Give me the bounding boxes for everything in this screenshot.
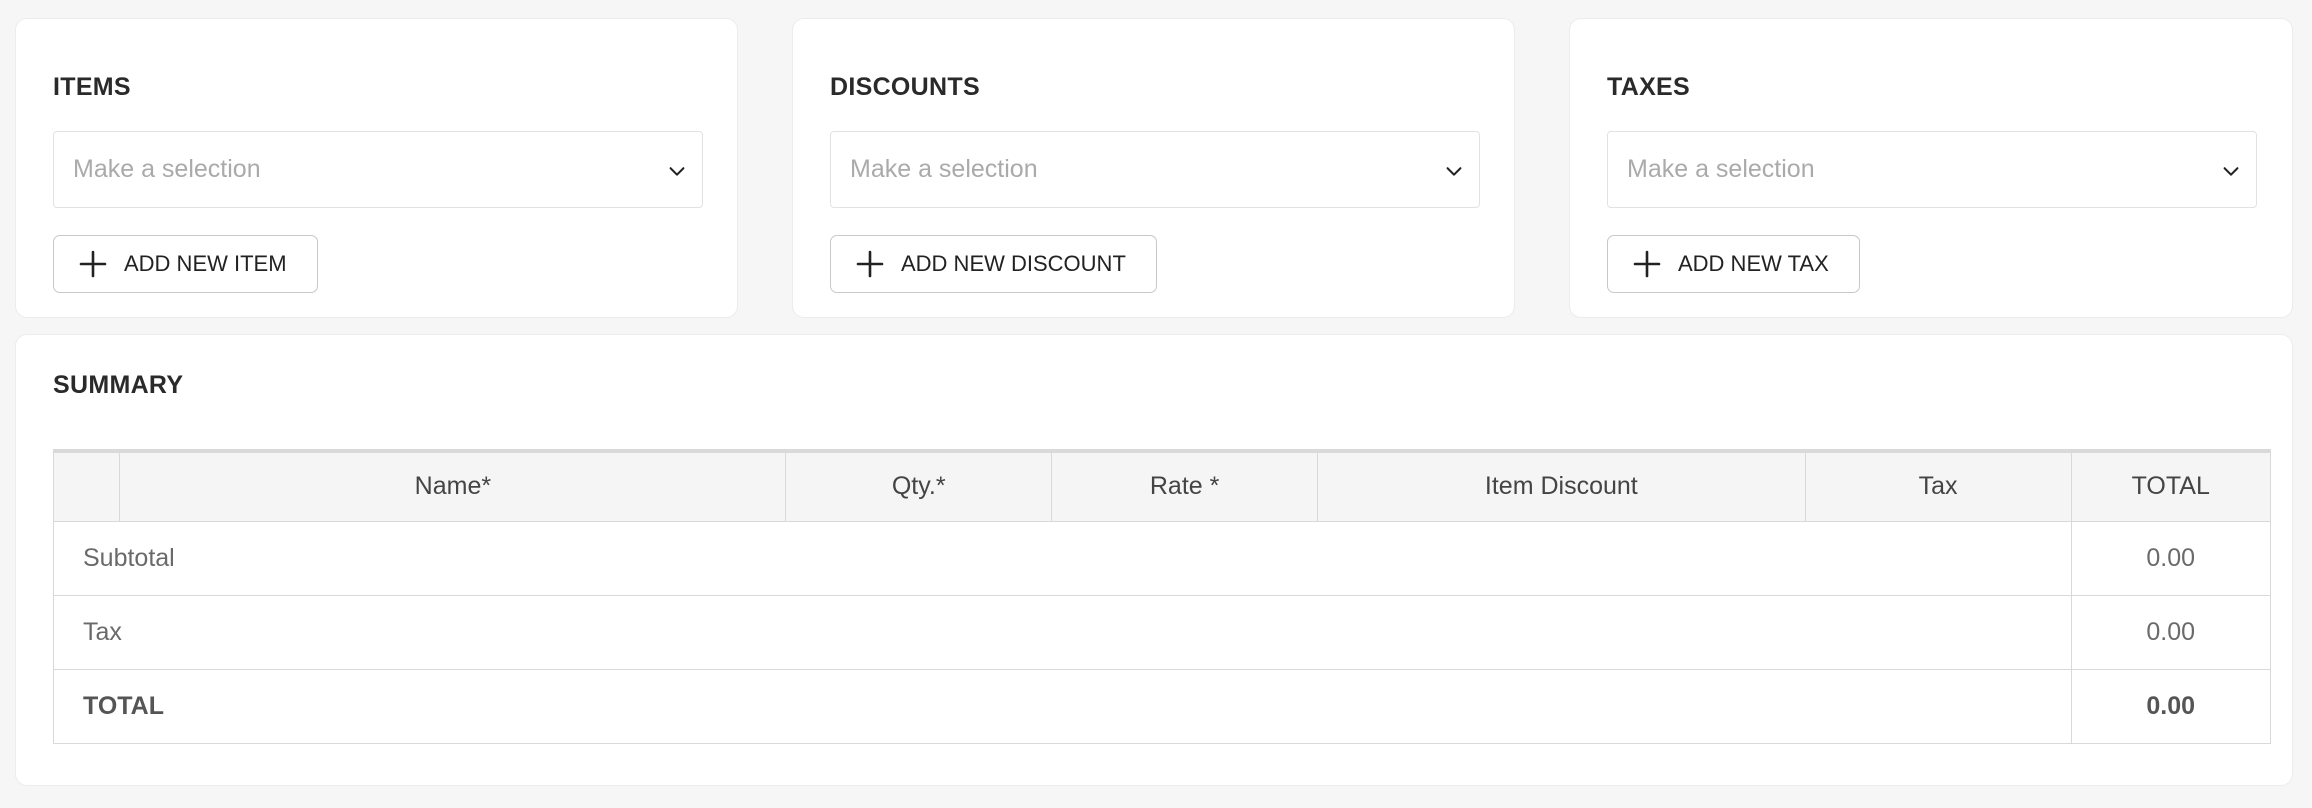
- discounts-select-placeholder: Make a selection: [850, 155, 1038, 183]
- taxes-card: TAXES Make a selection ADD NEW TAX: [1569, 18, 2293, 318]
- chevron-down-icon: [2223, 167, 2239, 176]
- plus-icon: [856, 250, 884, 278]
- plus-icon: [79, 250, 107, 278]
- items-select[interactable]: Make a selection: [53, 131, 703, 208]
- taxes-title: TAXES: [1607, 73, 1690, 101]
- discounts-select[interactable]: Make a selection: [830, 131, 1480, 208]
- add-new-tax-button[interactable]: ADD NEW TAX: [1607, 235, 1860, 293]
- items-card: ITEMS Make a selection ADD NEW ITEM: [15, 18, 738, 318]
- add-new-tax-label: ADD NEW TAX: [1678, 251, 1829, 276]
- add-new-discount-button[interactable]: ADD NEW DISCOUNT: [830, 235, 1157, 293]
- add-new-discount-label: ADD NEW DISCOUNT: [901, 251, 1126, 276]
- tax-label: Tax: [53, 594, 2072, 670]
- plus-icon: [1633, 250, 1661, 278]
- subtotal-label: Subtotal: [53, 520, 2072, 596]
- column-header-total: TOTAL: [2070, 449, 2271, 522]
- column-header-name: Name*: [119, 449, 787, 522]
- taxes-select[interactable]: Make a selection: [1607, 131, 2257, 208]
- chevron-down-icon: [1446, 167, 1462, 176]
- column-header-qty: Qty.*: [785, 449, 1053, 522]
- total-value: 0.00: [2070, 668, 2271, 744]
- tax-value: 0.00: [2070, 594, 2271, 670]
- summary-row-subtotal: Subtotal 0.00: [53, 520, 2271, 596]
- column-header-tax: Tax: [1804, 449, 2072, 522]
- subtotal-value: 0.00: [2070, 520, 2271, 596]
- column-header-select: [52, 449, 121, 522]
- items-title: ITEMS: [53, 73, 131, 101]
- discounts-card: DISCOUNTS Make a selection ADD NEW DISCO…: [792, 18, 1515, 318]
- add-new-item-button[interactable]: ADD NEW ITEM: [53, 235, 318, 293]
- chevron-down-icon: [669, 167, 685, 176]
- column-header-item-discount: Item Discount: [1317, 449, 1806, 522]
- total-label: TOTAL: [53, 668, 2072, 744]
- taxes-select-placeholder: Make a selection: [1627, 155, 1815, 183]
- summary-row-tax: Tax 0.00: [53, 594, 2271, 670]
- summary-card: SUMMARY Name* Qty.* Rate * Item Discount…: [15, 334, 2293, 786]
- add-new-item-label: ADD NEW ITEM: [124, 251, 287, 276]
- summary-table: Name* Qty.* Rate * Item Discount Tax TOT…: [52, 449, 2271, 744]
- summary-row-total: TOTAL 0.00: [53, 668, 2271, 744]
- column-header-rate: Rate *: [1051, 449, 1319, 522]
- items-select-placeholder: Make a selection: [73, 155, 261, 183]
- discounts-title: DISCOUNTS: [830, 73, 980, 101]
- summary-title: SUMMARY: [53, 371, 184, 399]
- summary-header-row: Name* Qty.* Rate * Item Discount Tax TOT…: [52, 449, 2271, 522]
